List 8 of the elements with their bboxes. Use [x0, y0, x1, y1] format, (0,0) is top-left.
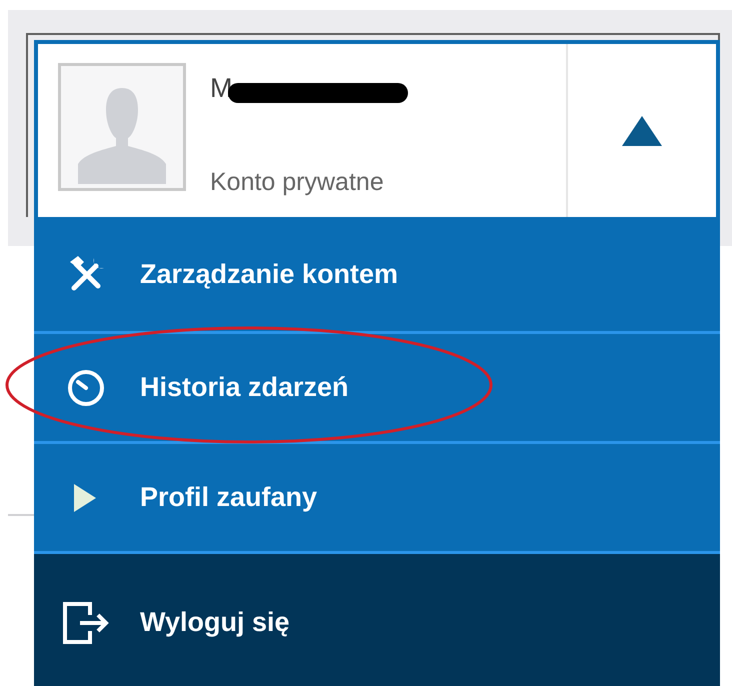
caret-icon [621, 114, 663, 146]
menu-item[interactable]: Historia zdarzeń [34, 331, 720, 441]
logout-icon [62, 600, 110, 644]
menu-item[interactable]: Zarządzanie kontem [34, 217, 720, 331]
clock-icon [66, 368, 106, 408]
menu-item[interactable]: Profil zaufany [34, 441, 720, 551]
account-type: Konto prywatne [210, 168, 384, 197]
menu-item[interactable]: Wyloguj się [34, 551, 720, 686]
